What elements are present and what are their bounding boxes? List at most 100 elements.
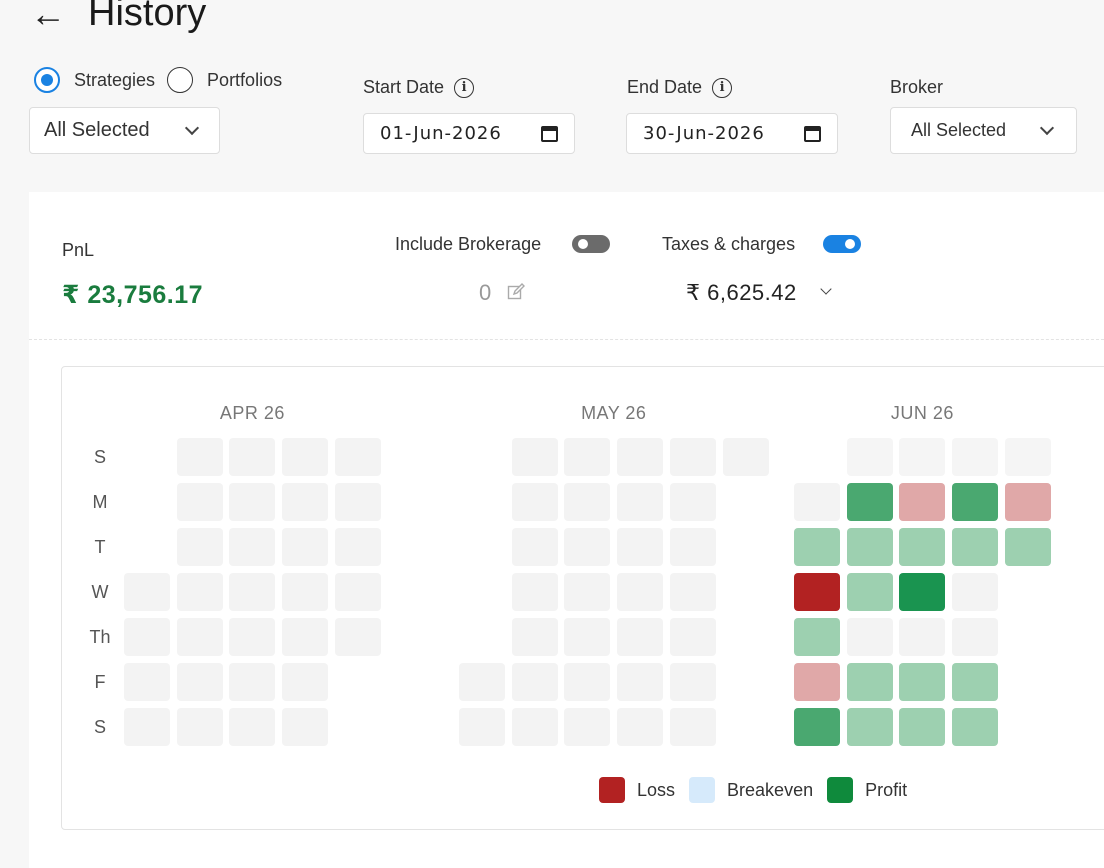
day-cell[interactable]: [564, 438, 611, 476]
day-cell[interactable]: [564, 708, 611, 746]
day-cell[interactable]: [282, 708, 329, 746]
day-cell[interactable]: [617, 663, 664, 701]
info-icon[interactable]: i: [712, 77, 733, 98]
day-cell[interactable]: [899, 528, 946, 566]
day-cell[interactable]: [334, 573, 381, 611]
broker-select[interactable]: All Selected: [890, 107, 1077, 154]
calendar-icon[interactable]: [804, 125, 821, 142]
day-cell[interactable]: [511, 483, 558, 521]
day-cell[interactable]: [282, 663, 329, 701]
day-cell[interactable]: [564, 618, 611, 656]
day-cell[interactable]: [511, 573, 558, 611]
taxes-charges-toggle[interactable]: [823, 235, 861, 253]
day-cell[interactable]: [229, 483, 276, 521]
day-cell[interactable]: [899, 663, 946, 701]
day-cell[interactable]: [511, 438, 558, 476]
day-cell[interactable]: [282, 528, 329, 566]
portfolios-radio[interactable]: [167, 67, 194, 93]
day-cell[interactable]: [1004, 483, 1051, 521]
day-cell[interactable]: [564, 528, 611, 566]
day-cell[interactable]: [846, 528, 893, 566]
day-cell[interactable]: [564, 483, 611, 521]
strategies-radio[interactable]: [34, 67, 60, 93]
day-cell[interactable]: [899, 438, 946, 476]
day-cell[interactable]: [952, 573, 999, 611]
info-icon[interactable]: i: [454, 77, 475, 98]
day-cell[interactable]: [669, 573, 716, 611]
day-cell[interactable]: [511, 663, 558, 701]
day-cell[interactable]: [617, 573, 664, 611]
day-cell[interactable]: [899, 483, 946, 521]
day-cell[interactable]: [124, 573, 170, 611]
day-cell[interactable]: [617, 528, 664, 566]
day-cell[interactable]: [952, 528, 999, 566]
day-cell[interactable]: [229, 618, 276, 656]
day-cell[interactable]: [282, 573, 329, 611]
day-cell[interactable]: [669, 438, 716, 476]
day-cell[interactable]: [952, 708, 999, 746]
day-cell[interactable]: [459, 708, 505, 746]
day-cell[interactable]: [334, 438, 381, 476]
day-cell[interactable]: [511, 618, 558, 656]
day-cell[interactable]: [124, 663, 170, 701]
day-cell[interactable]: [511, 708, 558, 746]
day-cell[interactable]: [794, 528, 840, 566]
day-cell[interactable]: [229, 573, 276, 611]
day-cell[interactable]: [229, 708, 276, 746]
day-cell[interactable]: [176, 663, 223, 701]
back-arrow-icon[interactable]: ←: [30, 0, 70, 32]
day-cell[interactable]: [617, 483, 664, 521]
day-cell[interactable]: [282, 483, 329, 521]
day-cell[interactable]: [176, 528, 223, 566]
day-cell[interactable]: [846, 573, 893, 611]
day-cell[interactable]: [334, 618, 381, 656]
day-cell[interactable]: [794, 663, 840, 701]
day-cell[interactable]: [794, 618, 840, 656]
day-cell[interactable]: [282, 618, 329, 656]
day-cell[interactable]: [899, 618, 946, 656]
portfolios-radio-label[interactable]: Portfolios: [207, 70, 282, 91]
edit-icon[interactable]: [507, 283, 525, 301]
day-cell[interactable]: [952, 483, 999, 521]
strategies-radio-label[interactable]: Strategies: [74, 70, 155, 91]
day-cell[interactable]: [334, 528, 381, 566]
day-cell[interactable]: [794, 708, 840, 746]
day-cell[interactable]: [229, 528, 276, 566]
day-cell[interactable]: [1004, 438, 1051, 476]
day-cell[interactable]: [176, 708, 223, 746]
day-cell[interactable]: [229, 663, 276, 701]
day-cell[interactable]: [124, 708, 170, 746]
day-cell[interactable]: [511, 528, 558, 566]
day-cell[interactable]: [669, 483, 716, 521]
day-cell[interactable]: [176, 618, 223, 656]
day-cell[interactable]: [899, 573, 946, 611]
day-cell[interactable]: [176, 573, 223, 611]
day-cell[interactable]: [952, 663, 999, 701]
day-cell[interactable]: [617, 708, 664, 746]
day-cell[interactable]: [617, 618, 664, 656]
end-date-input[interactable]: 30-Jun-2026: [626, 113, 838, 154]
day-cell[interactable]: [176, 483, 223, 521]
start-date-input[interactable]: 01-Jun-2026: [363, 113, 575, 154]
day-cell[interactable]: [176, 438, 223, 476]
day-cell[interactable]: [1004, 528, 1051, 566]
day-cell[interactable]: [899, 708, 946, 746]
day-cell[interactable]: [124, 618, 170, 656]
day-cell[interactable]: [229, 438, 276, 476]
day-cell[interactable]: [282, 438, 329, 476]
chevron-down-icon[interactable]: [820, 283, 832, 295]
calendar-icon[interactable]: [541, 125, 558, 142]
day-cell[interactable]: [846, 438, 893, 476]
day-cell[interactable]: [669, 528, 716, 566]
day-cell[interactable]: [952, 618, 999, 656]
day-cell[interactable]: [846, 483, 893, 521]
day-cell[interactable]: [459, 663, 505, 701]
day-cell[interactable]: [564, 573, 611, 611]
day-cell[interactable]: [846, 618, 893, 656]
day-cell[interactable]: [669, 708, 716, 746]
day-cell[interactable]: [794, 483, 840, 521]
include-brokerage-toggle[interactable]: [572, 235, 610, 253]
day-cell[interactable]: [669, 618, 716, 656]
strategy-select[interactable]: All Selected: [29, 107, 220, 154]
day-cell[interactable]: [952, 438, 999, 476]
